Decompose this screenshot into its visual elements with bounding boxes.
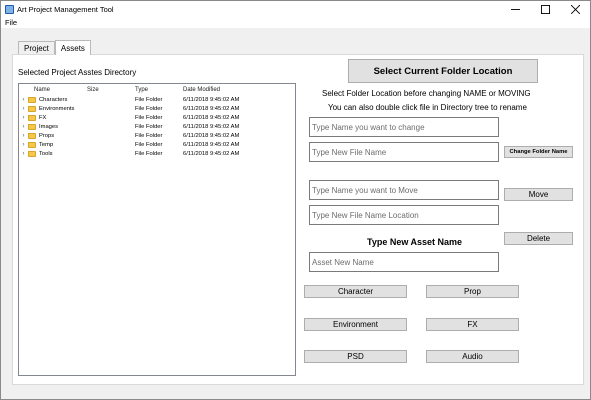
row-date: 6/11/2018 9:45:02 AM bbox=[183, 114, 240, 121]
app-icon bbox=[5, 4, 14, 14]
chevron-right-icon[interactable]: › bbox=[19, 115, 28, 121]
tab-bar: Project Assets bbox=[18, 40, 91, 55]
folder-icon bbox=[28, 141, 36, 148]
asset-new-name-input[interactable] bbox=[309, 252, 499, 272]
row-name: FX bbox=[39, 114, 47, 121]
folder-icon bbox=[28, 123, 36, 130]
select-folder-button[interactable]: Select Current Folder Location bbox=[348, 59, 538, 83]
tree-row[interactable]: › Props File Folder 6/11/2018 9:45:02 AM bbox=[19, 131, 295, 140]
folder-icon bbox=[28, 150, 36, 157]
row-type: File Folder bbox=[135, 141, 163, 148]
row-date: 6/11/2018 9:45:02 AM bbox=[183, 141, 240, 148]
tab-assets[interactable]: Assets bbox=[54, 40, 91, 55]
column-header-size[interactable]: Size bbox=[87, 87, 135, 93]
new-asset-heading: Type New Asset Name bbox=[367, 237, 463, 247]
chevron-right-icon[interactable]: › bbox=[19, 97, 28, 103]
window-controls bbox=[500, 1, 590, 17]
column-header-date[interactable]: Date Modified bbox=[183, 87, 283, 93]
title-bar[interactable]: Art Project Management Tool bbox=[1, 1, 590, 17]
row-name: Characters bbox=[39, 96, 68, 103]
current-name-input[interactable] bbox=[309, 117, 499, 137]
directory-tree[interactable]: Name Size Type Date Modified › Character… bbox=[18, 83, 296, 376]
row-name: Temp bbox=[39, 141, 54, 148]
tree-row[interactable]: › Environments File Folder 6/11/2018 9:4… bbox=[19, 104, 295, 113]
row-date: 6/11/2018 9:45:02 AM bbox=[183, 132, 240, 139]
folder-icon bbox=[28, 132, 36, 139]
directory-section-label: Selected Project Asstes Directory bbox=[18, 68, 137, 77]
menu-file[interactable]: File bbox=[1, 18, 21, 27]
chevron-right-icon[interactable]: › bbox=[19, 106, 28, 112]
close-button[interactable] bbox=[560, 1, 590, 17]
minimize-button[interactable] bbox=[500, 1, 530, 17]
menu-bar: File bbox=[1, 17, 590, 28]
instruction-select-folder: Select Folder Location before changing N… bbox=[322, 89, 531, 98]
tree-row[interactable]: › FX File Folder 6/11/2018 9:45:02 AM bbox=[19, 113, 295, 122]
app-window: Art Project Management Tool File Project… bbox=[0, 0, 591, 400]
minimize-icon bbox=[510, 8, 520, 10]
tree-header: Name Size Type Date Modified bbox=[19, 84, 295, 95]
tree-row[interactable]: › Tools File Folder 6/11/2018 9:45:02 AM bbox=[19, 149, 295, 158]
folder-icon bbox=[28, 96, 36, 103]
assets-pane: Selected Project Asstes Directory Name S… bbox=[12, 54, 584, 385]
folder-icon bbox=[28, 105, 36, 112]
row-type: File Folder bbox=[135, 96, 163, 103]
close-icon bbox=[570, 4, 580, 14]
row-name: Props bbox=[39, 132, 55, 139]
column-header-name[interactable]: Name bbox=[19, 87, 87, 93]
maximize-icon bbox=[540, 4, 550, 14]
new-file-name-input[interactable] bbox=[309, 142, 499, 162]
audio-button[interactable]: Audio bbox=[426, 350, 519, 363]
chevron-right-icon[interactable]: › bbox=[19, 124, 28, 130]
tree-row[interactable]: › Temp File Folder 6/11/2018 9:45:02 AM bbox=[19, 140, 295, 149]
row-type: File Folder bbox=[135, 105, 163, 112]
row-type: File Folder bbox=[135, 150, 163, 157]
move-name-input[interactable] bbox=[309, 180, 499, 200]
row-name: Tools bbox=[39, 150, 53, 157]
row-date: 6/11/2018 9:45:02 AM bbox=[183, 96, 240, 103]
row-name: Environments bbox=[39, 105, 75, 112]
tree-row[interactable]: › Images File Folder 6/11/2018 9:45:02 A… bbox=[19, 122, 295, 131]
row-date: 6/11/2018 9:45:02 AM bbox=[183, 105, 240, 112]
delete-button[interactable]: Delete bbox=[504, 232, 573, 245]
maximize-button[interactable] bbox=[530, 1, 560, 17]
chevron-right-icon[interactable]: › bbox=[19, 151, 28, 157]
tree-row[interactable]: › Characters File Folder 6/11/2018 9:45:… bbox=[19, 95, 295, 104]
fx-button[interactable]: FX bbox=[426, 318, 519, 331]
row-date: 6/11/2018 9:45:02 AM bbox=[183, 150, 240, 157]
tab-project[interactable]: Project bbox=[18, 41, 55, 55]
psd-button[interactable]: PSD bbox=[304, 350, 407, 363]
chevron-right-icon[interactable]: › bbox=[19, 142, 28, 148]
character-button[interactable]: Character bbox=[304, 285, 407, 298]
row-type: File Folder bbox=[135, 123, 163, 130]
row-date: 6/11/2018 9:45:02 AM bbox=[183, 123, 240, 130]
row-name: Images bbox=[39, 123, 59, 130]
folder-icon bbox=[28, 114, 36, 121]
column-header-type[interactable]: Type bbox=[135, 87, 183, 93]
prop-button[interactable]: Prop bbox=[426, 285, 519, 298]
chevron-right-icon[interactable]: › bbox=[19, 133, 28, 139]
row-type: File Folder bbox=[135, 114, 163, 121]
row-type: File Folder bbox=[135, 132, 163, 139]
move-button[interactable]: Move bbox=[504, 188, 573, 201]
environment-button[interactable]: Environment bbox=[304, 318, 407, 331]
window-title: Art Project Management Tool bbox=[17, 4, 114, 14]
change-folder-name-button[interactable]: Change Folder Name bbox=[504, 146, 573, 158]
instruction-double-click: You can also double click file in Direct… bbox=[328, 103, 527, 112]
new-location-input[interactable] bbox=[309, 205, 499, 225]
